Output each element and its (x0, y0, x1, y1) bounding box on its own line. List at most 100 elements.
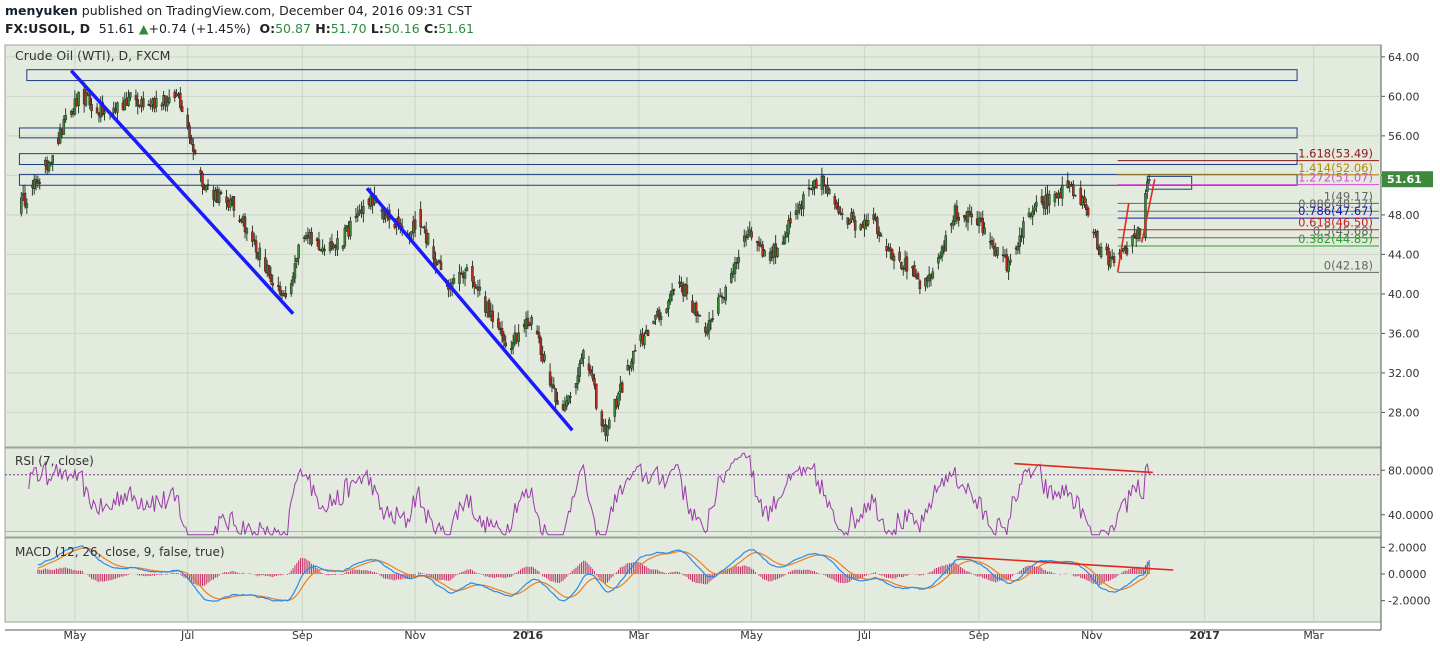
candle-down (38, 182, 42, 184)
candle-down (554, 388, 557, 403)
close-label: C: (424, 21, 439, 36)
macd-tick-label: -2.0000 (1388, 595, 1430, 608)
candle-down (1096, 230, 1099, 250)
candle-up (465, 267, 469, 272)
candle-up (1061, 184, 1064, 199)
candle-up (517, 332, 520, 342)
candle-down (310, 232, 313, 245)
time-tick-label: Mar (628, 629, 649, 642)
candle-down (905, 256, 909, 272)
macd-tick-label: 0.0000 (1388, 568, 1427, 581)
candle-down (206, 184, 210, 186)
candle-up (64, 115, 67, 121)
candle-down (552, 384, 556, 389)
high-label: H: (315, 21, 331, 36)
rsi-tick-label: 80.0000 (1388, 464, 1434, 477)
candle-down (190, 138, 193, 144)
candle-down (502, 334, 506, 342)
candle-up (258, 247, 262, 260)
candle-up (362, 206, 365, 214)
candle-up (204, 185, 208, 191)
candle-down (595, 383, 598, 409)
candle-down (698, 314, 702, 317)
candle-down (269, 274, 273, 282)
price-tick-label: 60.00 (1388, 90, 1420, 103)
candle-down (822, 175, 825, 186)
candle-up (510, 348, 513, 351)
candle-up (1122, 248, 1125, 251)
candle-up (828, 189, 831, 194)
candle-up (62, 119, 66, 135)
candle-down (271, 282, 274, 286)
candle-up (349, 220, 352, 237)
candle-up (654, 315, 657, 320)
rsi-panel-background (4, 447, 1382, 538)
candle-down (88, 94, 91, 106)
candle-down (898, 251, 901, 261)
candle-up (866, 220, 870, 225)
candle-up (569, 396, 572, 398)
candle-up (937, 257, 940, 264)
high-value: 51.70 (330, 21, 367, 36)
time-tick-label: 2016 (513, 629, 544, 642)
low-label: L: (370, 21, 384, 36)
candle-up (643, 335, 646, 346)
candle-up (608, 419, 611, 429)
candle-down (160, 104, 164, 107)
candle-down (201, 172, 204, 187)
candle-up (1031, 211, 1034, 217)
candle-down (1138, 228, 1142, 236)
candle-up (47, 162, 51, 172)
candle-up (746, 234, 750, 238)
candle-up (51, 155, 54, 164)
rsi-tick-label: 40.0000 (1388, 509, 1434, 522)
candle-down (789, 218, 792, 224)
candle-down (853, 220, 857, 231)
candle-up (1016, 246, 1020, 251)
candle-down (556, 400, 559, 405)
publish-info: menyuken published on TradingView.com, D… (5, 3, 472, 18)
candle-down (471, 266, 474, 282)
candle-up (103, 111, 106, 114)
candle-down (955, 205, 959, 219)
candle-down (620, 382, 624, 393)
open-label: O: (259, 21, 276, 36)
last-price-label: 51.61 (1387, 173, 1422, 186)
candle-up (149, 105, 152, 107)
candle-up (717, 297, 720, 314)
price-tick-label: 56.00 (1388, 130, 1420, 143)
candle-down (219, 191, 223, 194)
candle-up (733, 262, 737, 274)
candle-down (589, 369, 593, 374)
candle-down (672, 289, 676, 291)
candle-up (617, 392, 620, 406)
candle-down (354, 216, 358, 219)
candle-down (188, 125, 191, 139)
candle-down (750, 231, 753, 238)
candle-down (473, 281, 476, 288)
chart-area[interactable]: 64.0060.0056.0052.0048.0044.0040.0036.00… (0, 40, 1440, 650)
candle-up (879, 234, 883, 237)
author-name[interactable]: menyuken (5, 3, 78, 18)
candle-up (452, 278, 456, 284)
candle-down (491, 310, 495, 322)
candle-up (735, 262, 739, 264)
price-tick-label: 48.00 (1388, 209, 1420, 222)
ohlc-legend: FX:USOIL, D 51.61 ▲+0.74 (+1.45%) O:50.8… (5, 21, 474, 36)
close-value: 51.61 (438, 21, 474, 36)
candle-up (1073, 194, 1077, 197)
publish-text: published on TradingView.com, December 0… (81, 3, 472, 18)
candle-up (1146, 181, 1149, 192)
candle-down (1086, 207, 1090, 216)
candle-up (1035, 201, 1038, 207)
candle-up (463, 272, 467, 279)
candle-up (776, 247, 779, 257)
candle-down (957, 216, 960, 221)
candle-down (1123, 246, 1127, 249)
candle-up (478, 286, 482, 291)
last-price: 51.61 (98, 21, 135, 36)
candle-down (694, 302, 698, 317)
fib-label: 0(42.18) (1324, 258, 1373, 272)
candle-up (796, 210, 800, 213)
candle-up (1009, 259, 1012, 263)
